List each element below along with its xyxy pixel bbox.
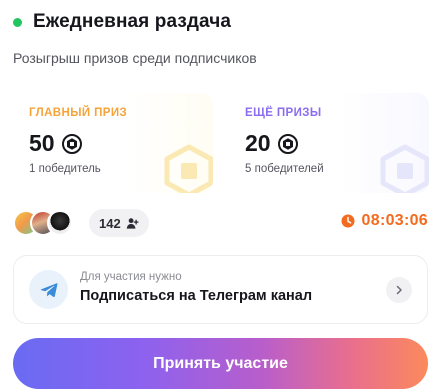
clock-icon [341, 214, 355, 228]
status-dot [13, 17, 22, 27]
participants-count-badge[interactable]: 142 [89, 209, 149, 237]
participants-count: 142 [99, 215, 121, 231]
join-button[interactable]: Принять участие [13, 338, 428, 389]
more-prizes-card: ЕЩЁ ПРИЗЫ 20 5 победителей [229, 93, 429, 193]
main-prize-winners: 1 победитель [29, 163, 101, 175]
telegram-task-card[interactable]: Для участия нужно Подписаться на Телегра… [13, 255, 428, 324]
coin-watermark-icon [380, 144, 429, 193]
countdown-timer: 08:03:06 [341, 212, 428, 230]
main-prize-card: ГЛАВНЫЙ ПРИЗ 50 1 победитель [13, 93, 213, 193]
main-prize-label: ГЛАВНЫЙ ПРИЗ [29, 107, 128, 119]
chevron-right-icon [396, 285, 402, 295]
main-prize-amount: 50 [29, 130, 82, 157]
more-prizes-winners: 5 победителей [245, 163, 324, 175]
telegram-badge [29, 270, 68, 309]
task-title: Подписаться на Телеграм канал [80, 288, 313, 304]
coin-icon [277, 133, 298, 154]
participant-avatars[interactable] [13, 210, 73, 236]
more-prizes-amount: 20 [245, 130, 298, 157]
telegram-icon [40, 282, 57, 297]
join-button-label: Принять участие [153, 354, 288, 372]
task-hint: Для участия нужно [80, 271, 182, 283]
more-prizes-value: 20 [245, 130, 271, 156]
more-prizes-label: ЕЩЁ ПРИЗЫ [245, 107, 322, 119]
avatar [47, 210, 73, 236]
main-prize-value: 50 [29, 130, 55, 156]
coin-watermark-icon [164, 144, 213, 193]
user-plus-icon [126, 217, 139, 229]
task-open-button[interactable] [386, 277, 412, 303]
header: Ежедневная раздача [13, 11, 231, 33]
coin-icon [61, 133, 82, 154]
page-title: Ежедневная раздача [33, 11, 232, 32]
timer-value: 08:03:06 [361, 212, 428, 229]
page-subtitle: Розыгрыш призов среди подписчиков [13, 50, 257, 66]
